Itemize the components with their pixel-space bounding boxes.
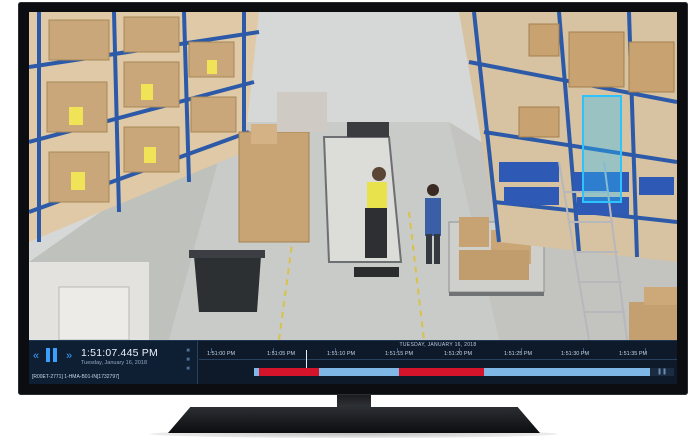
timeline-ruler: 1:51:00 PM 1:51:05 PM 1:51:10 PM 1:51:15… (199, 348, 677, 360)
monitor-stand (168, 407, 540, 433)
tick-label: 1:51:00 PM (207, 351, 236, 357)
recording-track[interactable] (254, 368, 674, 376)
video-player: « » 1:51:07.445 PM Tuesday, January 16, … (29, 12, 677, 384)
camera-feed (29, 12, 677, 340)
playback-controls: « » 1:51:07.445 PM Tuesday, January 16, … (29, 340, 677, 384)
tick-label: 1:51:10 PM (327, 351, 356, 357)
tick-label: 1:51:35 PM (619, 351, 648, 357)
warehouse-scene (29, 12, 677, 340)
tick-label: 1:51:15 PM (385, 351, 414, 357)
camera-label: [R00ET-2771] 1-HMA-B01-IN[1732797] (32, 374, 120, 380)
tick-label: 1:51:05 PM (267, 351, 296, 357)
person-detection-box[interactable] (582, 95, 622, 203)
playback-panel: « » 1:51:07.445 PM Tuesday, January 16, … (29, 341, 198, 384)
previous-frame-icon[interactable]: « (33, 351, 39, 362)
timeline-date: TUESDAY, JANUARY 16, 2018 (399, 342, 477, 348)
tick-label: 1:51:30 PM (561, 351, 590, 357)
tick-label: 1:51:20 PM (444, 351, 473, 357)
tick-label: 1:51:25 PM (504, 351, 533, 357)
motion-segment[interactable] (259, 368, 319, 376)
current-date: Tuesday, January 16, 2018 (81, 360, 148, 366)
monitor-frame: « » 1:51:07.445 PM Tuesday, January 16, … (18, 2, 688, 395)
current-time: 1:51:07.445 PM (81, 347, 158, 359)
next-frame-icon[interactable]: » (66, 351, 72, 362)
timeline[interactable]: TUESDAY, JANUARY 16, 2018 1:51:00 PM 1:5… (199, 341, 677, 384)
panel-options-icon[interactable]: ■ ■ ■ (183, 347, 193, 374)
timeline-pause-icon[interactable]: ❚❚ (650, 368, 674, 376)
pause-icon[interactable] (46, 348, 58, 362)
motion-segment[interactable] (399, 368, 484, 376)
